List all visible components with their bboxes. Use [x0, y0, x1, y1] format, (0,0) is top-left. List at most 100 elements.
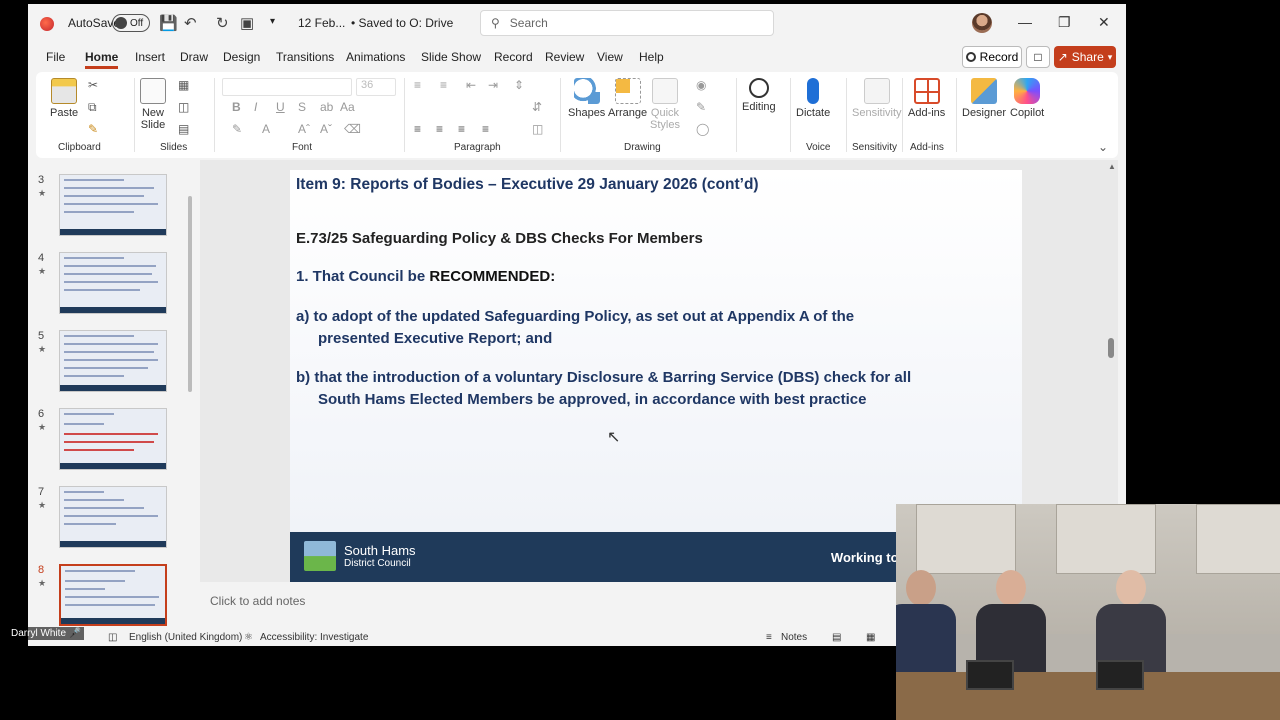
arrange-button[interactable]: Arrange: [608, 78, 647, 119]
spellcheck-icon[interactable]: ◫: [108, 632, 117, 643]
tab-record[interactable]: Record: [494, 50, 533, 64]
cut-icon[interactable]: ✂: [88, 78, 98, 92]
paste-button[interactable]: Paste: [50, 78, 78, 119]
bullets-icon[interactable]: ≡: [414, 78, 421, 92]
paragraph-a[interactable]: a) to adopt of the updated Safeguarding …: [296, 306, 1016, 350]
scroll-up-icon[interactable]: ▲: [1108, 162, 1116, 171]
divider: [956, 78, 957, 152]
slide-thumbnail[interactable]: [59, 408, 167, 470]
highlight-icon[interactable]: ✎: [232, 122, 242, 136]
clear-formatting-icon[interactable]: ⌫: [344, 122, 361, 136]
shapes-button[interactable]: Shapes: [568, 78, 605, 119]
layout-icon[interactable]: ▦: [178, 78, 189, 92]
share-icon: ↗: [1057, 50, 1068, 64]
font-name-dropdown[interactable]: [222, 78, 352, 96]
underline-icon[interactable]: U: [276, 100, 285, 114]
slide-subtitle[interactable]: E.73/25 Safeguarding Policy & DBS Checks…: [296, 230, 703, 247]
new-slide-icon: [140, 78, 166, 104]
align-right-icon[interactable]: ≡: [458, 122, 465, 136]
shape-effects-icon[interactable]: ◯: [696, 122, 709, 136]
language-status[interactable]: English (United Kingdom): [129, 632, 242, 643]
strikethrough-icon[interactable]: S: [298, 100, 306, 114]
minimize-icon[interactable]: —: [1018, 14, 1032, 30]
sensitivity-button[interactable]: Sensitivity: [852, 78, 902, 119]
redo-icon[interactable]: ↻: [216, 14, 229, 32]
divider: [902, 78, 903, 152]
tab-design[interactable]: Design: [223, 50, 260, 64]
change-case-icon[interactable]: Aa: [340, 100, 355, 114]
slide-thumbnail[interactable]: [59, 174, 167, 236]
undo-icon[interactable]: ↶: [184, 14, 197, 32]
format-painter-icon[interactable]: ✎: [88, 122, 98, 136]
line-spacing-icon[interactable]: ⇕: [514, 78, 524, 92]
recommendation-heading[interactable]: 1. That Council be RECOMMENDED:: [296, 268, 555, 285]
slide-thumbnail[interactable]: [59, 486, 167, 548]
record-button[interactable]: Record: [962, 46, 1022, 68]
slide-title[interactable]: Item 9: Reports of Bodies – Executive 29…: [296, 176, 759, 194]
comments-icon[interactable]: □: [1026, 46, 1050, 68]
slide-thumbnail[interactable]: [59, 330, 167, 392]
accessibility-status[interactable]: Accessibility: Investigate: [260, 632, 368, 643]
text-direction-icon[interactable]: ⇵: [532, 100, 542, 114]
dictate-button[interactable]: Dictate: [796, 78, 830, 119]
notes-toggle[interactable]: Notes: [781, 632, 807, 643]
normal-view-icon[interactable]: ▤: [832, 632, 841, 643]
autosave-toggle[interactable]: Off: [112, 14, 150, 32]
char-spacing-icon[interactable]: ab: [320, 100, 333, 114]
present-icon[interactable]: ▣: [240, 14, 254, 32]
shape-fill-icon[interactable]: ◉: [696, 78, 706, 92]
increase-indent-icon[interactable]: ⇥: [488, 78, 498, 92]
tab-home[interactable]: Home: [85, 50, 119, 69]
slide-scrollbar[interactable]: [1108, 338, 1114, 358]
share-button[interactable]: ↗ Share ▾: [1054, 46, 1116, 68]
tab-help[interactable]: Help: [639, 50, 664, 64]
tab-file[interactable]: File: [46, 50, 65, 64]
new-slide-button[interactable]: New Slide: [140, 78, 166, 131]
slide-thumbnail[interactable]: [59, 252, 167, 314]
convert-smartart-icon[interactable]: ◫: [532, 122, 543, 136]
restore-icon[interactable]: ❐: [1058, 14, 1071, 31]
quick-styles-button[interactable]: Quick Styles: [650, 78, 680, 131]
wall-panel: [1056, 504, 1156, 574]
copy-icon[interactable]: ⧉: [88, 100, 97, 115]
save-icon[interactable]: 💾: [159, 14, 178, 32]
font-color-icon[interactable]: A: [262, 122, 270, 136]
decrease-indent-icon[interactable]: ⇤: [466, 78, 476, 92]
reset-icon[interactable]: ◫: [178, 100, 189, 114]
numbering-icon[interactable]: ≡: [440, 78, 447, 92]
saved-status[interactable]: • Saved to O: Drive: [351, 16, 453, 30]
shrink-font-icon[interactable]: Aˇ: [320, 122, 332, 136]
editing-button[interactable]: Editing: [742, 78, 776, 113]
avatar[interactable]: [972, 13, 992, 33]
record-button-label: Record: [979, 50, 1019, 64]
align-center-icon[interactable]: ≡: [436, 122, 443, 136]
new-slide-label: New: [141, 107, 164, 119]
tab-slide-show[interactable]: Slide Show: [421, 50, 481, 64]
tab-review[interactable]: Review: [545, 50, 584, 64]
search-box[interactable]: ⚲ Search: [480, 10, 774, 36]
close-icon[interactable]: ✕: [1098, 14, 1110, 31]
bold-icon[interactable]: B: [232, 100, 241, 114]
tab-animations[interactable]: Animations: [346, 50, 405, 64]
italic-icon[interactable]: I: [254, 100, 257, 114]
customize-qat-icon[interactable]: ▾: [270, 16, 275, 27]
align-left-icon[interactable]: ≡: [414, 122, 421, 136]
tab-transitions[interactable]: Transitions: [276, 50, 334, 64]
tab-view[interactable]: View: [597, 50, 623, 64]
collapse-ribbon-icon[interactable]: ⌄: [1098, 140, 1108, 154]
section-icon[interactable]: ▤: [178, 122, 189, 136]
addins-button[interactable]: Add-ins: [908, 78, 945, 119]
paragraph-b[interactable]: b) that the introduction of a voluntary …: [296, 367, 1016, 411]
wall-panel: [916, 504, 1016, 574]
slide-sorter-icon[interactable]: ▦: [866, 632, 875, 643]
thumbnails-scrollbar[interactable]: [188, 196, 192, 392]
grow-font-icon[interactable]: Aˆ: [298, 122, 310, 136]
tab-insert[interactable]: Insert: [135, 50, 165, 64]
font-size-dropdown[interactable]: 36: [356, 78, 396, 96]
designer-button[interactable]: Designer: [962, 78, 1006, 119]
shape-outline-icon[interactable]: ✎: [696, 100, 706, 114]
tab-draw[interactable]: Draw: [180, 50, 208, 64]
justify-icon[interactable]: ≡: [482, 122, 489, 136]
slide-thumbnail-selected[interactable]: [59, 564, 167, 626]
copilot-button[interactable]: Copilot: [1010, 78, 1044, 119]
